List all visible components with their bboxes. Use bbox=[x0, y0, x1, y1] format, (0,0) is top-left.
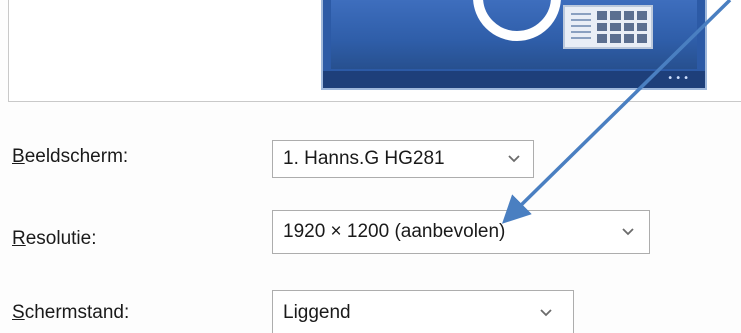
chevron-down-icon bbox=[621, 227, 635, 237]
display-select[interactable]: 1. Hanns.G HG281 bbox=[272, 140, 534, 178]
monitor-screen bbox=[331, 0, 697, 69]
orientation-select[interactable]: Liggend bbox=[272, 290, 574, 333]
monitor-keypad-icon bbox=[563, 5, 653, 49]
resolution-label: Resolutie: bbox=[12, 228, 97, 250]
display-select-value: 1. Hanns.G HG281 bbox=[283, 148, 445, 169]
display-label: Beeldscherm: bbox=[12, 146, 128, 168]
chevron-down-icon bbox=[539, 308, 553, 318]
display-label-text: eeldscherm: bbox=[24, 146, 129, 167]
chevron-down-icon bbox=[507, 154, 521, 164]
orientation-select-value: Liggend bbox=[283, 302, 351, 323]
display-label-mnemonic: B bbox=[12, 146, 25, 167]
orientation-label-mnemonic: S bbox=[12, 302, 25, 323]
orientation-label-text: chermstand: bbox=[24, 302, 130, 323]
resolution-select-value: 1920 × 1200 (aanbevolen) bbox=[283, 221, 506, 242]
display-settings-screen: ••• Beeldscherm: 1. Hanns.G HG281 Resolu… bbox=[0, 0, 741, 333]
orientation-label: Schermstand: bbox=[12, 302, 129, 324]
monitor-taskbar: ••• bbox=[323, 71, 705, 88]
display-preview-panel: ••• bbox=[8, 0, 741, 102]
resolution-label-text: esolutie: bbox=[25, 228, 97, 249]
monitor-preview[interactable]: ••• bbox=[321, 0, 707, 90]
resolution-select[interactable]: 1920 × 1200 (aanbevolen) bbox=[272, 210, 650, 254]
monitor-dots: ••• bbox=[667, 73, 691, 84]
monitor-identify-circle-icon bbox=[473, 0, 561, 41]
resolution-label-mnemonic: R bbox=[12, 228, 26, 249]
